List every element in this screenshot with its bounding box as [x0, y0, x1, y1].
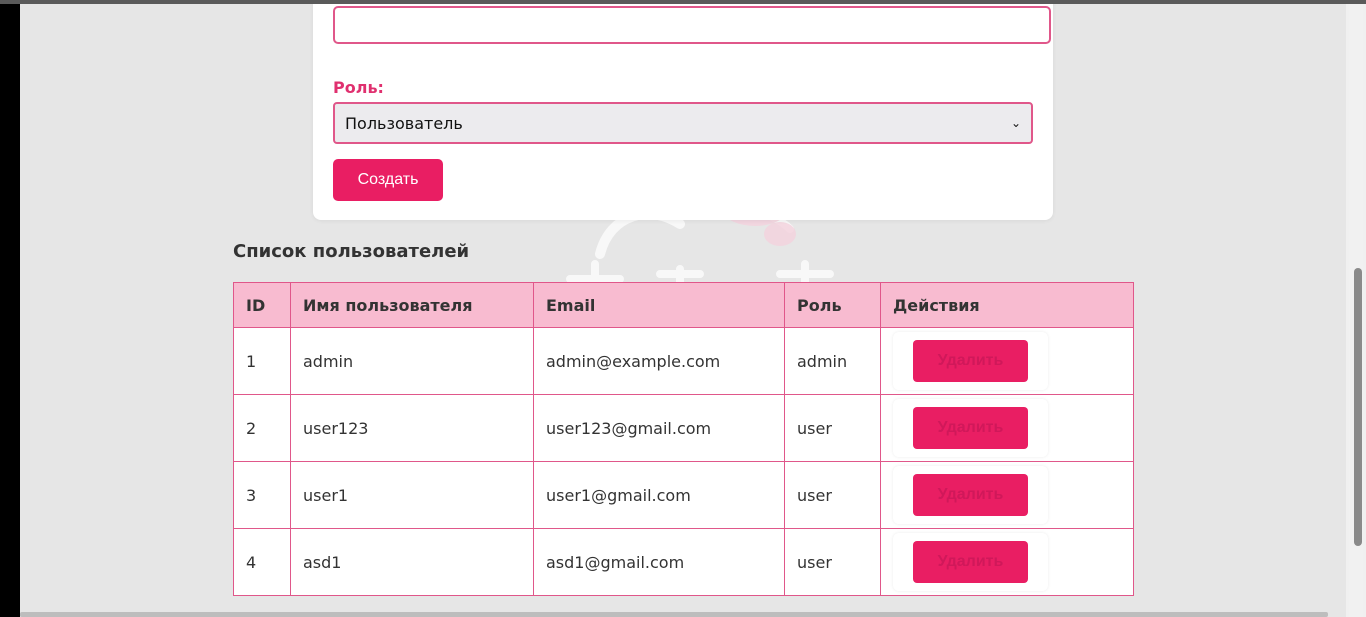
cell-actions: Удалить — [880, 461, 1134, 529]
cell-username: asd1 — [290, 528, 534, 596]
role-select-value: Пользователь — [345, 113, 463, 133]
cell-id: 4 — [233, 528, 291, 596]
column-header-role: Роль — [784, 282, 881, 328]
action-container: Удалить — [893, 399, 1048, 457]
cell-email: user123@gmail.com — [533, 394, 785, 462]
users-list-title: Список пользователей — [233, 241, 470, 262]
cell-email: asd1@gmail.com — [533, 528, 785, 596]
delete-button[interactable]: Удалить — [913, 340, 1028, 382]
delete-button[interactable]: Удалить — [913, 474, 1028, 516]
action-container: Удалить — [893, 332, 1048, 390]
table-row: 3 user1 user1@gmail.com user Удалить — [233, 461, 1134, 529]
column-header-email: Email — [533, 282, 785, 328]
column-header-username: Имя пользователя — [290, 282, 534, 328]
role-label: Роль: — [333, 78, 384, 97]
cell-username: user123 — [290, 394, 534, 462]
table-row: 2 user123 user123@gmail.com user Удалить — [233, 394, 1134, 462]
vertical-scrollbar-thumb[interactable] — [1354, 268, 1362, 546]
horizontal-scrollbar[interactable] — [20, 612, 1328, 617]
delete-button[interactable]: Удалить — [913, 407, 1028, 449]
role-select[interactable]: Пользователь ⌄ — [333, 102, 1033, 144]
cell-id: 3 — [233, 461, 291, 529]
delete-button[interactable]: Удалить — [913, 541, 1028, 583]
table-row: 1 admin admin@example.com admin Удалить — [233, 327, 1134, 395]
cell-actions: Удалить — [880, 394, 1134, 462]
table-header-row: ID Имя пользователя Email Роль Действия — [233, 282, 1134, 328]
text-field[interactable] — [333, 6, 1051, 44]
cell-role: user — [784, 461, 881, 529]
cell-actions: Удалить — [880, 327, 1134, 395]
action-container: Удалить — [893, 466, 1048, 524]
table-row: 4 asd1 asd1@gmail.com user Удалить — [233, 528, 1134, 596]
action-container: Удалить — [893, 533, 1048, 591]
cell-actions: Удалить — [880, 528, 1134, 596]
users-table: ID Имя пользователя Email Роль Действия … — [233, 282, 1134, 596]
chevron-down-icon: ⌄ — [1010, 116, 1021, 130]
cell-id: 1 — [233, 327, 291, 395]
cell-email: user1@gmail.com — [533, 461, 785, 529]
cell-email: admin@example.com — [533, 327, 785, 395]
cell-role: user — [784, 528, 881, 596]
column-header-actions: Действия — [880, 282, 1134, 328]
cell-username: user1 — [290, 461, 534, 529]
cell-id: 2 — [233, 394, 291, 462]
cell-role: user — [784, 394, 881, 462]
cell-role: admin — [784, 327, 881, 395]
create-button[interactable]: Создать — [333, 159, 443, 201]
column-header-id: ID — [233, 282, 291, 328]
cell-username: admin — [290, 327, 534, 395]
page-viewport: Роль: Пользователь ⌄ Создать Список поль… — [20, 4, 1346, 617]
